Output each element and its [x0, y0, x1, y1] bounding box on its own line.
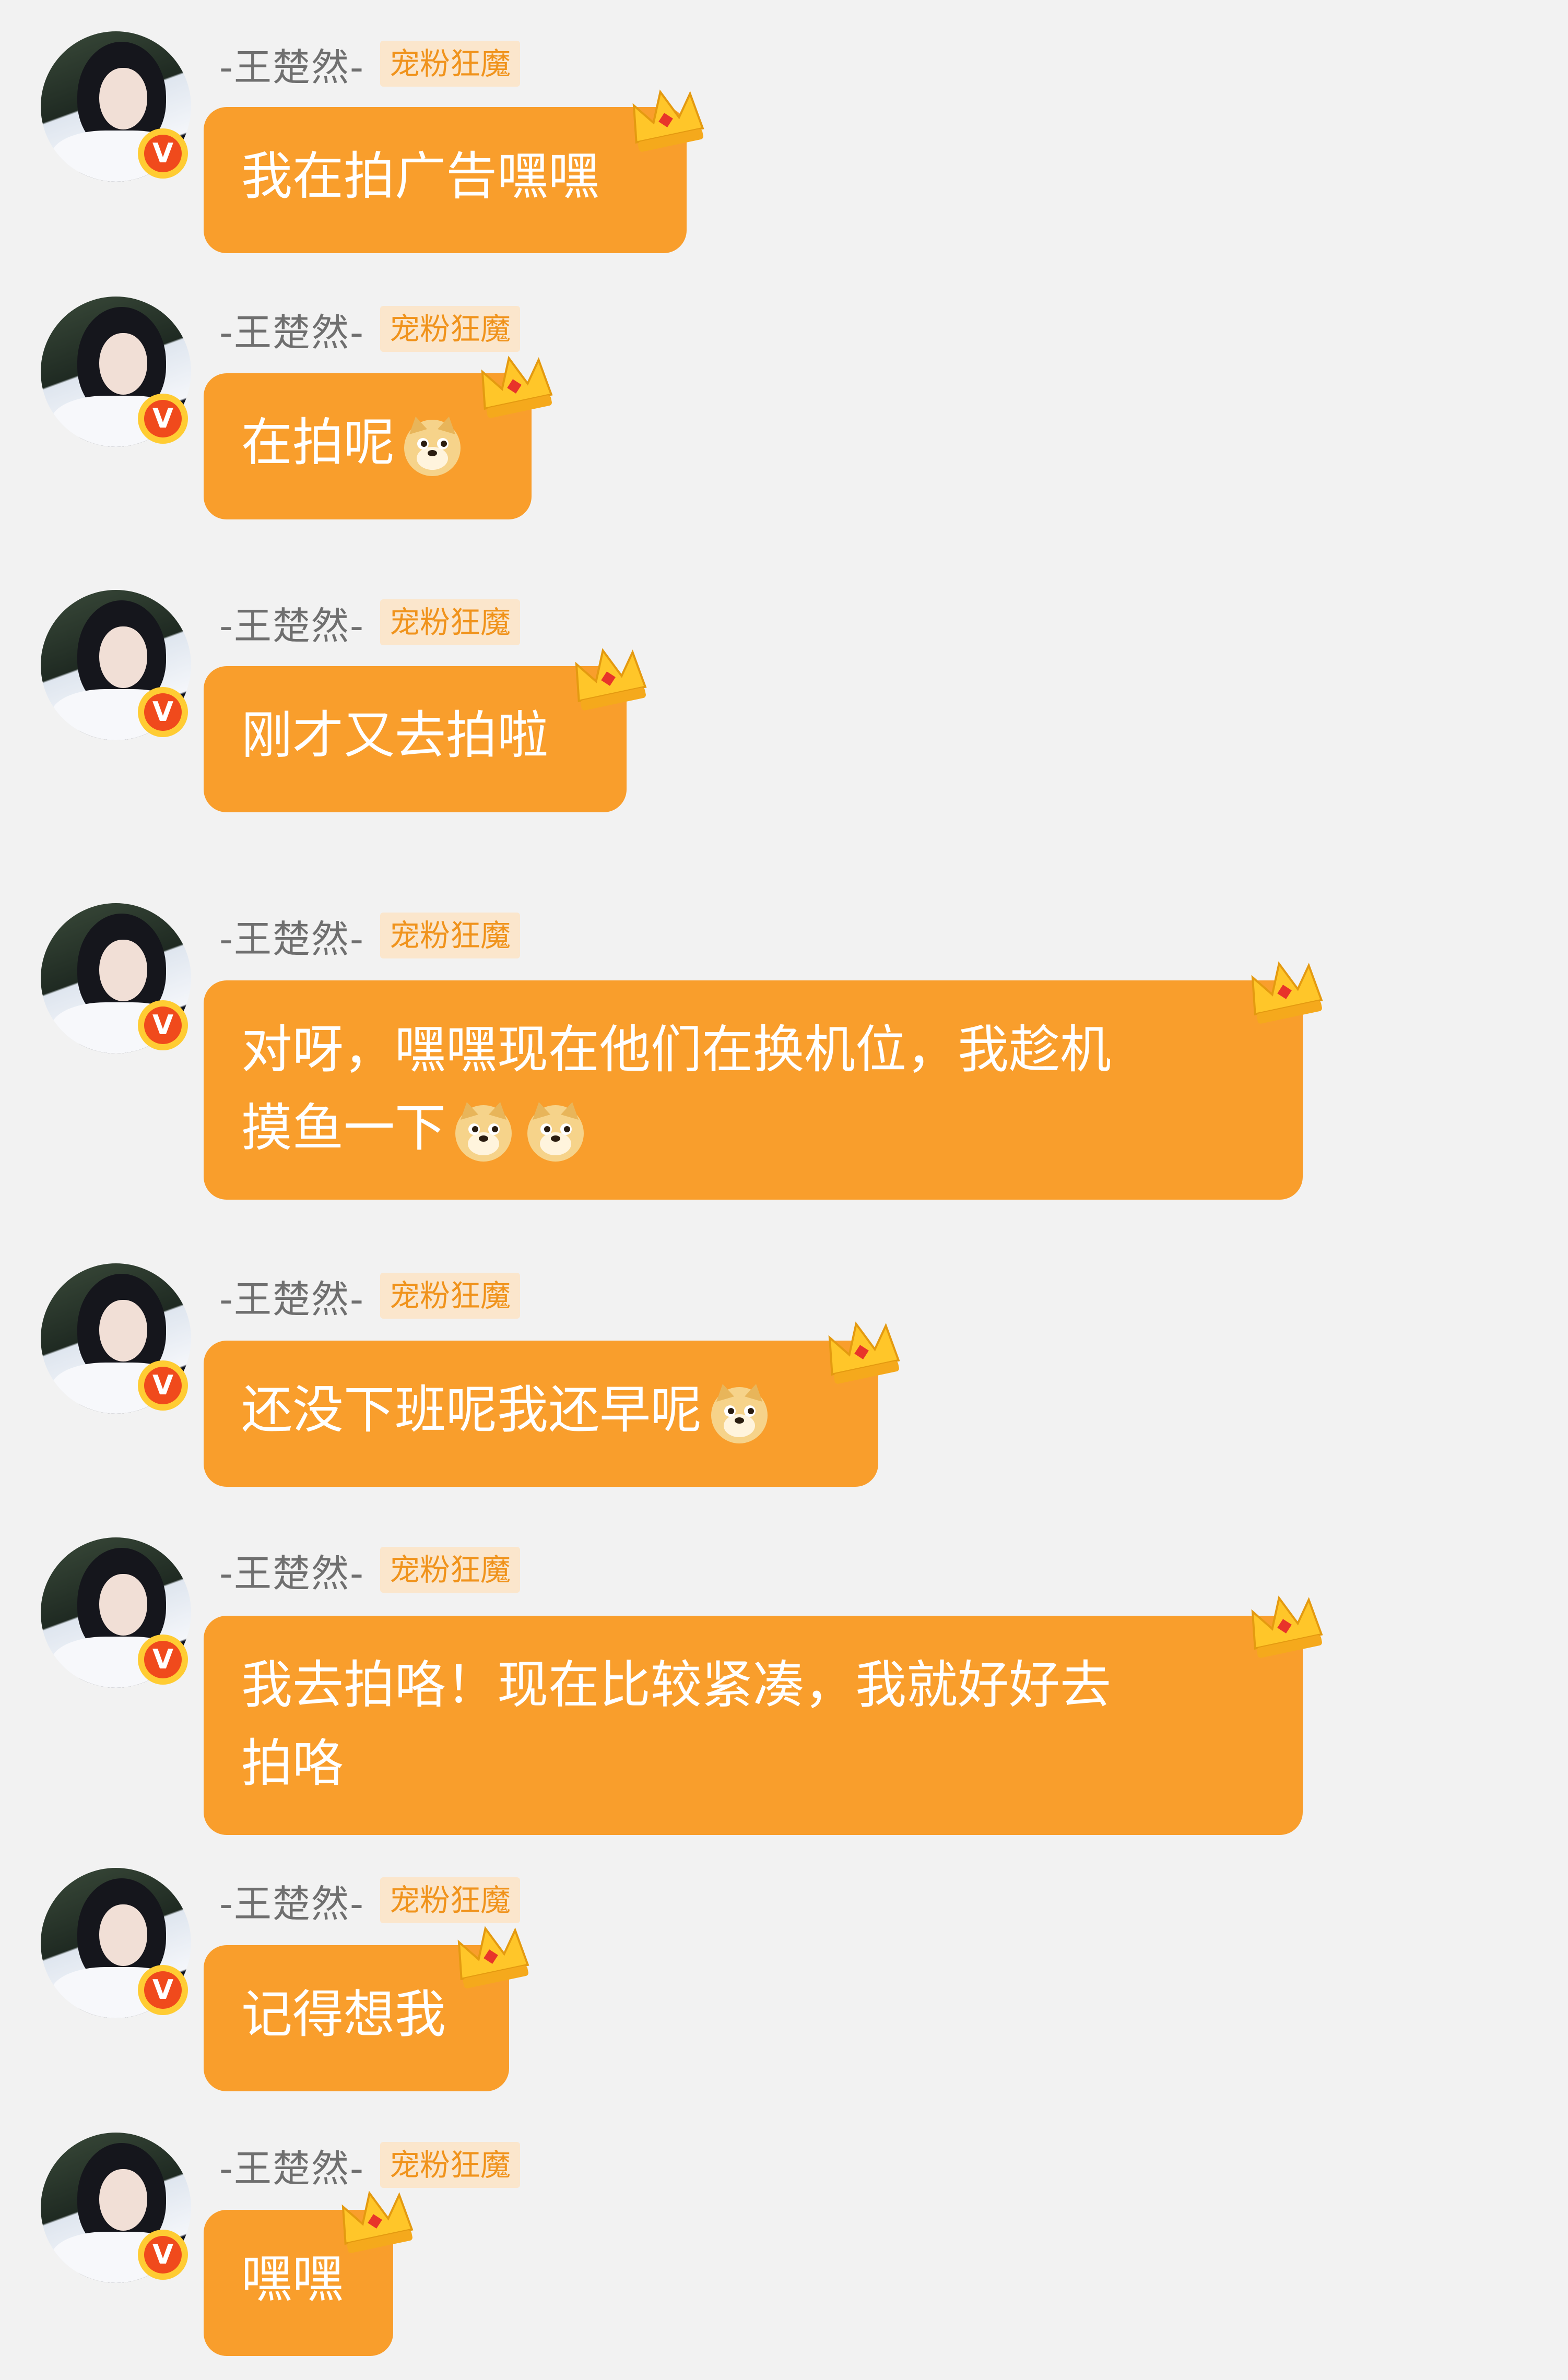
- message-text: 在拍呢: [241, 413, 395, 472]
- sender-row: -王楚然- 宠粉狂魔: [219, 1544, 520, 1596]
- avatar[interactable]: V: [41, 1263, 191, 1414]
- crown-icon: [632, 89, 704, 152]
- sender-row: -王楚然- 宠粉狂魔: [219, 1270, 520, 1322]
- message-text: 我在拍广告嘿嘿: [241, 147, 600, 206]
- sender-name[interactable]: -王楚然-: [219, 37, 364, 91]
- doge-emoji: [455, 1102, 512, 1162]
- avatar[interactable]: V: [41, 1868, 191, 2018]
- message-bubble[interactable]: 我去拍咯！现在比较紧凑，我就好好去 拍咯: [204, 1616, 1303, 1835]
- sender-name[interactable]: -王楚然-: [219, 2138, 364, 2193]
- fan-badge: 宠粉狂魔: [380, 1547, 520, 1593]
- fan-badge: 宠粉狂魔: [380, 1273, 520, 1319]
- sender-row: -王楚然- 宠粉狂魔: [219, 38, 520, 90]
- message-text: 记得想我: [241, 1985, 446, 2044]
- sender-name[interactable]: -王楚然-: [219, 302, 364, 357]
- fan-badge: 宠粉狂魔: [380, 913, 520, 958]
- fan-badge: 宠粉狂魔: [380, 306, 520, 352]
- sender-name[interactable]: -王楚然-: [219, 1269, 364, 1323]
- message-text: 对呀，嘿嘿现在他们在换机位，我趁机 摸鱼一下: [241, 1020, 1112, 1158]
- doge-emoji: [711, 1384, 768, 1444]
- verified-v-icon: V: [138, 2230, 188, 2280]
- avatar[interactable]: V: [41, 1537, 191, 1688]
- sender-row: -王楚然- 宠粉狂魔: [219, 2139, 520, 2191]
- crown-icon: [828, 1321, 900, 1384]
- chat-message-list: V -王楚然- 宠粉狂魔 我在拍广告嘿嘿 V -王楚然- 宠粉狂魔 在拍呢 V …: [0, 0, 1568, 2380]
- verified-v-icon: V: [138, 128, 188, 179]
- sender-name[interactable]: -王楚然-: [219, 1873, 364, 1928]
- avatar[interactable]: V: [41, 903, 191, 1053]
- sender-row: -王楚然- 宠粉狂魔: [219, 909, 520, 962]
- verified-v-icon: V: [138, 394, 188, 444]
- doge-emoji: [527, 1102, 584, 1162]
- avatar[interactable]: V: [41, 2133, 191, 2283]
- verified-v-icon: V: [138, 1965, 188, 2015]
- sender-name[interactable]: -王楚然-: [219, 908, 364, 963]
- crown-icon: [1251, 1595, 1323, 1658]
- message-text: 刚才又去拍啦: [241, 706, 549, 765]
- avatar[interactable]: V: [41, 297, 191, 447]
- message-bubble[interactable]: 对呀，嘿嘿现在他们在换机位，我趁机 摸鱼一下: [204, 980, 1303, 1200]
- sender-name[interactable]: -王楚然-: [219, 595, 364, 650]
- sender-row: -王楚然- 宠粉狂魔: [219, 1874, 520, 1926]
- doge-emoji: [404, 417, 461, 477]
- message-text: 还没下班呢我还早呢: [241, 1380, 702, 1440]
- fan-badge: 宠粉狂魔: [380, 599, 520, 645]
- message-bubble[interactable]: 我在拍广告嘿嘿: [204, 107, 687, 253]
- verified-v-icon: V: [138, 1000, 188, 1050]
- message-bubble[interactable]: 还没下班呢我还早呢: [204, 1341, 878, 1487]
- crown-icon: [575, 648, 647, 711]
- verified-v-icon: V: [138, 1360, 188, 1411]
- avatar[interactable]: V: [41, 590, 191, 740]
- message-text: 嘿嘿: [241, 2249, 344, 2309]
- message-text: 我去拍咯！现在比较紧凑，我就好好去 拍咯: [241, 1655, 1112, 1793]
- sender-name[interactable]: -王楚然-: [219, 1543, 364, 1597]
- fan-badge: 宠粉狂魔: [380, 41, 520, 87]
- avatar[interactable]: V: [41, 31, 191, 182]
- crown-icon: [1251, 961, 1323, 1024]
- message-bubble[interactable]: 刚才又去拍啦: [204, 666, 627, 812]
- verified-v-icon: V: [138, 687, 188, 737]
- sender-row: -王楚然- 宠粉狂魔: [219, 596, 520, 648]
- sender-row: -王楚然- 宠粉狂魔: [219, 303, 520, 355]
- fan-badge: 宠粉狂魔: [380, 1877, 520, 1923]
- verified-v-icon: V: [138, 1635, 188, 1685]
